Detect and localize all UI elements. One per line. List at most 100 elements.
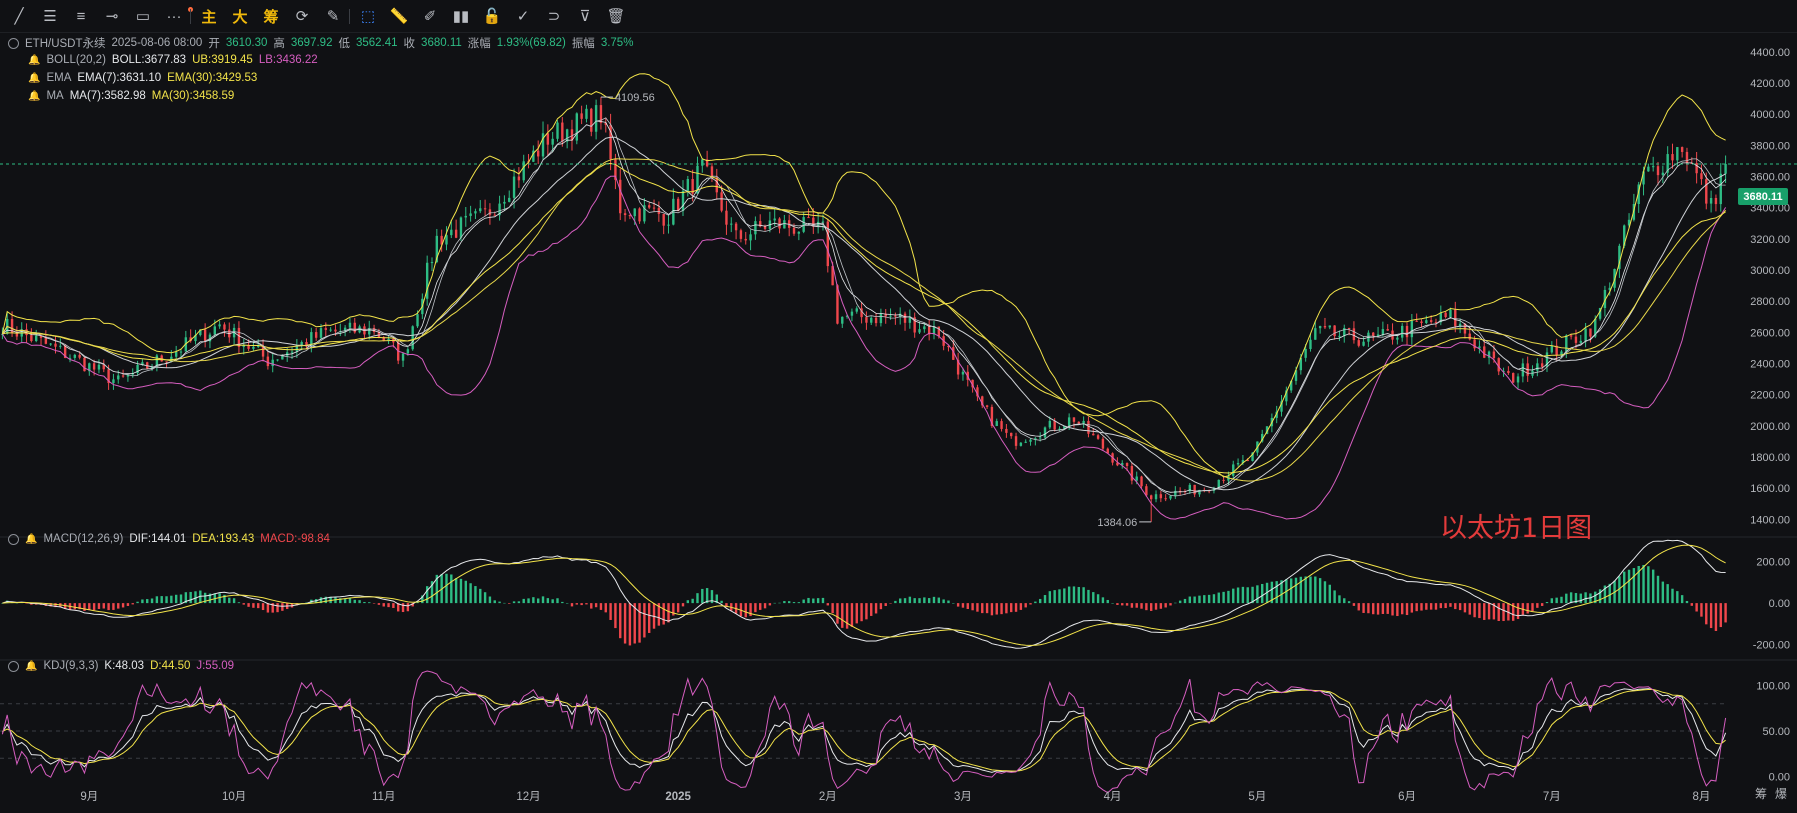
macd-bar [1101,597,1105,604]
macd-bar [242,603,245,605]
trash-icon[interactable]: 🗑 [605,6,627,26]
rectangle-icon[interactable]: ▭ [132,6,154,26]
eye-icon[interactable] [8,533,19,545]
macd-bar [850,603,854,627]
trend-line-icon[interactable]: ╱ [8,6,30,26]
magnet-icon[interactable]: ⊃ [543,6,565,26]
macd-bar [874,603,878,614]
candle-body [1053,420,1056,430]
high-annotation: 4109.56 [615,92,655,104]
candle-body [763,226,767,229]
macd-bar [1449,603,1452,607]
boll-name[interactable]: BOLL(20,2) [46,54,105,66]
macd-bar [1560,596,1563,604]
macd-bar [1314,576,1317,604]
y-tick-label: 200.00 [1756,557,1790,569]
candle-body [1232,464,1235,476]
candle-body [223,324,226,330]
candle-body [1400,325,1404,338]
candle-body [1087,420,1090,434]
candle-body [49,343,52,345]
candle-body [271,359,274,367]
macd-bar [889,603,892,604]
candles-icon[interactable]: ▮▮ [450,6,472,26]
lock-icon[interactable]: 🔓 [481,6,503,26]
bell-icon[interactable]: 🔔 [25,661,37,672]
main-chart-button[interactable]: 主 [198,6,220,26]
macd-bar [1178,600,1182,604]
cycle-icon[interactable]: ⟳ [291,6,313,26]
macd-name[interactable]: MACD(12,26,9) [43,533,123,545]
macd-value: MACD:-98.84 [260,533,330,545]
macd-bar [1714,603,1718,631]
macd-bar [1241,586,1245,604]
eye-icon[interactable] [8,660,19,672]
x-tick-label: 7月 [1543,791,1561,803]
candle-body [1343,328,1346,336]
brush-icon[interactable]: ✎ [322,6,344,26]
y-tick-label: 50.00 [1762,726,1790,738]
macd-bar [870,603,873,616]
macd-bar [1555,597,1558,604]
candle-body [1010,432,1013,437]
candle-body [874,317,878,324]
macd-bar [281,603,284,611]
change-value: 1.93%(69.82) [496,37,566,49]
ema-name[interactable]: EMA [46,72,71,84]
macd-bar [1367,603,1370,614]
candle-body [1222,479,1225,481]
candle-body [1425,320,1428,324]
candle-body [575,113,579,141]
macd-bar [604,603,607,613]
bell-icon[interactable]: 🔔 [28,73,40,84]
chart-area[interactable]: 1400.00 1600.00 1800.00 2000.00 2200.00 2400.… [0,32,1797,813]
horizontal-lines-icon[interactable]: ☰ [39,6,61,26]
macd-bar [261,603,265,611]
note-icon[interactable]: ✓ [512,6,534,26]
candle-body [1024,441,1027,443]
macd-bar [1420,603,1423,611]
macd-bar [696,593,699,604]
bell-icon[interactable]: 🔔 [25,534,37,545]
candle-body [411,326,414,350]
candle-body [179,351,183,353]
candle-body [44,337,48,344]
macd-bar [894,600,897,604]
candle-body [454,229,458,238]
kdj-name[interactable]: KDJ(9,3,3) [43,660,98,672]
parallel-lines-icon[interactable]: ≡ [70,6,92,26]
macd-bar [1034,601,1037,604]
candle-body [121,375,125,377]
eye-icon[interactable] [8,37,19,49]
pen-icon[interactable]: ✐ [419,6,441,26]
macd-bar [1352,603,1356,606]
macd-bar [1671,588,1674,604]
macd-bar [575,603,579,605]
ruler-icon[interactable]: 📏 [388,6,410,26]
candle-body [1149,495,1153,500]
bell-icon[interactable]: 🔔 [28,91,40,102]
ray-icon[interactable]: ⊸ [101,6,123,26]
big-order-button[interactable]: 大 [229,6,251,26]
chip-button[interactable]: 筹 [1755,785,1767,802]
macd-bar [1063,588,1066,604]
more-icon[interactable]: ··· [163,6,185,26]
y-tick-label: 1600.00 [1750,483,1790,495]
ma-name[interactable]: MA [46,90,63,102]
macd-bar [401,603,405,613]
filter-icon[interactable]: ⊽ [574,6,596,26]
macd-bar [691,598,694,604]
boll-lower-band [1,175,1727,520]
candle-body [1584,328,1587,341]
macd-bar [1207,594,1211,604]
zoom-button[interactable]: 爆 [1775,785,1787,802]
d-value: D:44.50 [150,660,191,672]
chip-distribution-button[interactable]: 筹 [260,6,282,26]
macd-bar [512,601,516,604]
boll-value: BOLL:3677.83 [111,54,187,66]
candle-body [290,351,294,353]
bell-icon[interactable]: 🔔 [28,55,40,66]
select-icon[interactable]: ⬚ [357,6,379,26]
macd-bar [1169,603,1172,606]
macd-bar [150,598,154,604]
